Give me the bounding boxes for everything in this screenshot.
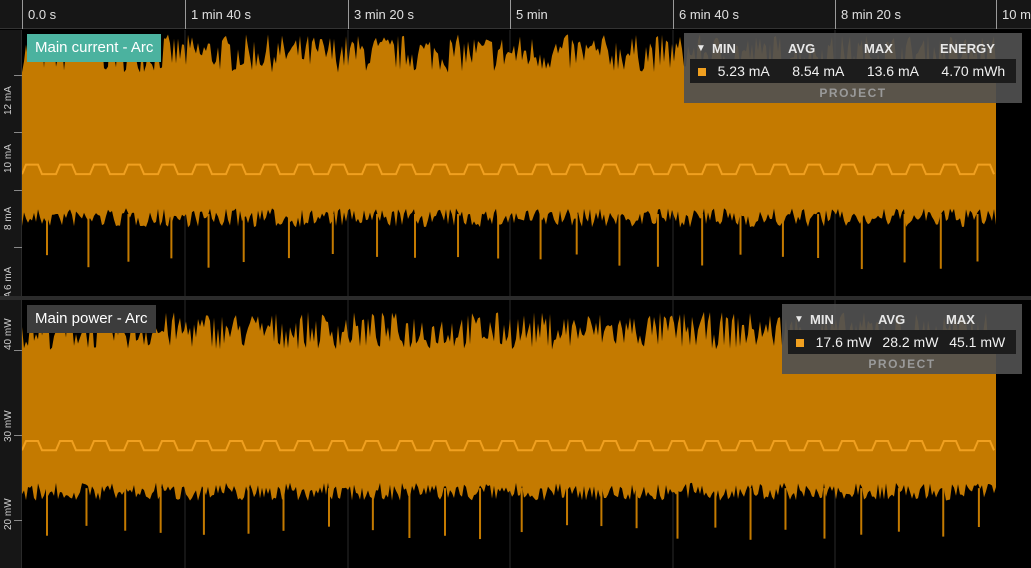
power-series-label[interactable]: Main power - Arc — [27, 305, 156, 333]
y-tick — [14, 520, 22, 521]
current-y-axis[interactable]: 12 mA 10 mA 8 mA 6 mA A — [0, 30, 22, 298]
y-tick-label: 12 mA — [3, 86, 14, 115]
y-tick-label: 6 mA — [3, 266, 14, 290]
time-tick: 10 m — [996, 0, 1031, 29]
stat-avg: 28.2 mW — [882, 334, 939, 350]
y-tick — [14, 247, 22, 248]
y-tick-label: 10 mA — [3, 144, 14, 173]
stat-max: 13.6 mA — [866, 63, 919, 79]
stat-header: MAX — [946, 311, 975, 327]
stat-header: MAX — [864, 40, 893, 56]
power-stats-panel: ▼ MIN AVG MAX 17.6 mW 28.2 mW 45.1 mW PR… — [782, 304, 1022, 374]
y-tick — [14, 190, 22, 191]
stat-header: AVG — [878, 311, 906, 327]
time-ruler[interactable]: 0.0 s 1 min 40 s 3 min 20 s 5 min 6 min … — [0, 0, 1031, 29]
stat-header: MIN — [712, 40, 736, 56]
y-tick-label: 30 mW — [3, 410, 14, 442]
stat-min: 17.6 mW — [815, 334, 872, 350]
stat-max: 45.1 mW — [949, 334, 1006, 350]
y-tick — [14, 75, 22, 76]
stat-avg: 8.54 mA — [792, 63, 845, 79]
series-color-swatch — [796, 339, 804, 347]
time-tick: 6 min 40 s — [673, 0, 739, 29]
time-tick: 1 min 40 s — [185, 0, 251, 29]
series-color-swatch — [698, 68, 706, 76]
y-tick-label: 8 mA — [3, 206, 14, 230]
y-tick-label: 40 mW — [3, 318, 14, 350]
y-tick-label: 20 mW — [3, 498, 14, 530]
time-tick: 0.0 s — [22, 0, 56, 29]
triangle-down-icon[interactable]: ▼ — [788, 314, 810, 325]
time-tick: 8 min 20 s — [835, 0, 901, 29]
y-tick — [14, 132, 22, 133]
stat-header: MIN — [810, 311, 834, 327]
time-tick: 3 min 20 s — [348, 0, 414, 29]
stat-min: 5.23 mA — [717, 63, 770, 79]
stat-header: AVG — [788, 40, 816, 56]
stat-energy: 4.70 mWh — [941, 63, 1006, 79]
y-tick — [14, 350, 22, 351]
current-stats-panel: ▼ MIN AVG MAX ENERGY 5.23 mA 8.54 mA 13.… — [684, 33, 1022, 103]
stats-scope[interactable]: PROJECT — [690, 83, 1016, 101]
y-tick — [14, 435, 22, 436]
time-tick: 5 min — [510, 0, 548, 29]
current-series-label[interactable]: Main current - Arc — [27, 34, 162, 62]
stats-scope[interactable]: PROJECT — [788, 354, 1016, 372]
triangle-down-icon[interactable]: ▼ — [690, 43, 712, 54]
power-y-axis[interactable]: 40 mW 30 mW 20 mW — [0, 300, 22, 568]
stat-header: ENERGY — [940, 40, 995, 56]
